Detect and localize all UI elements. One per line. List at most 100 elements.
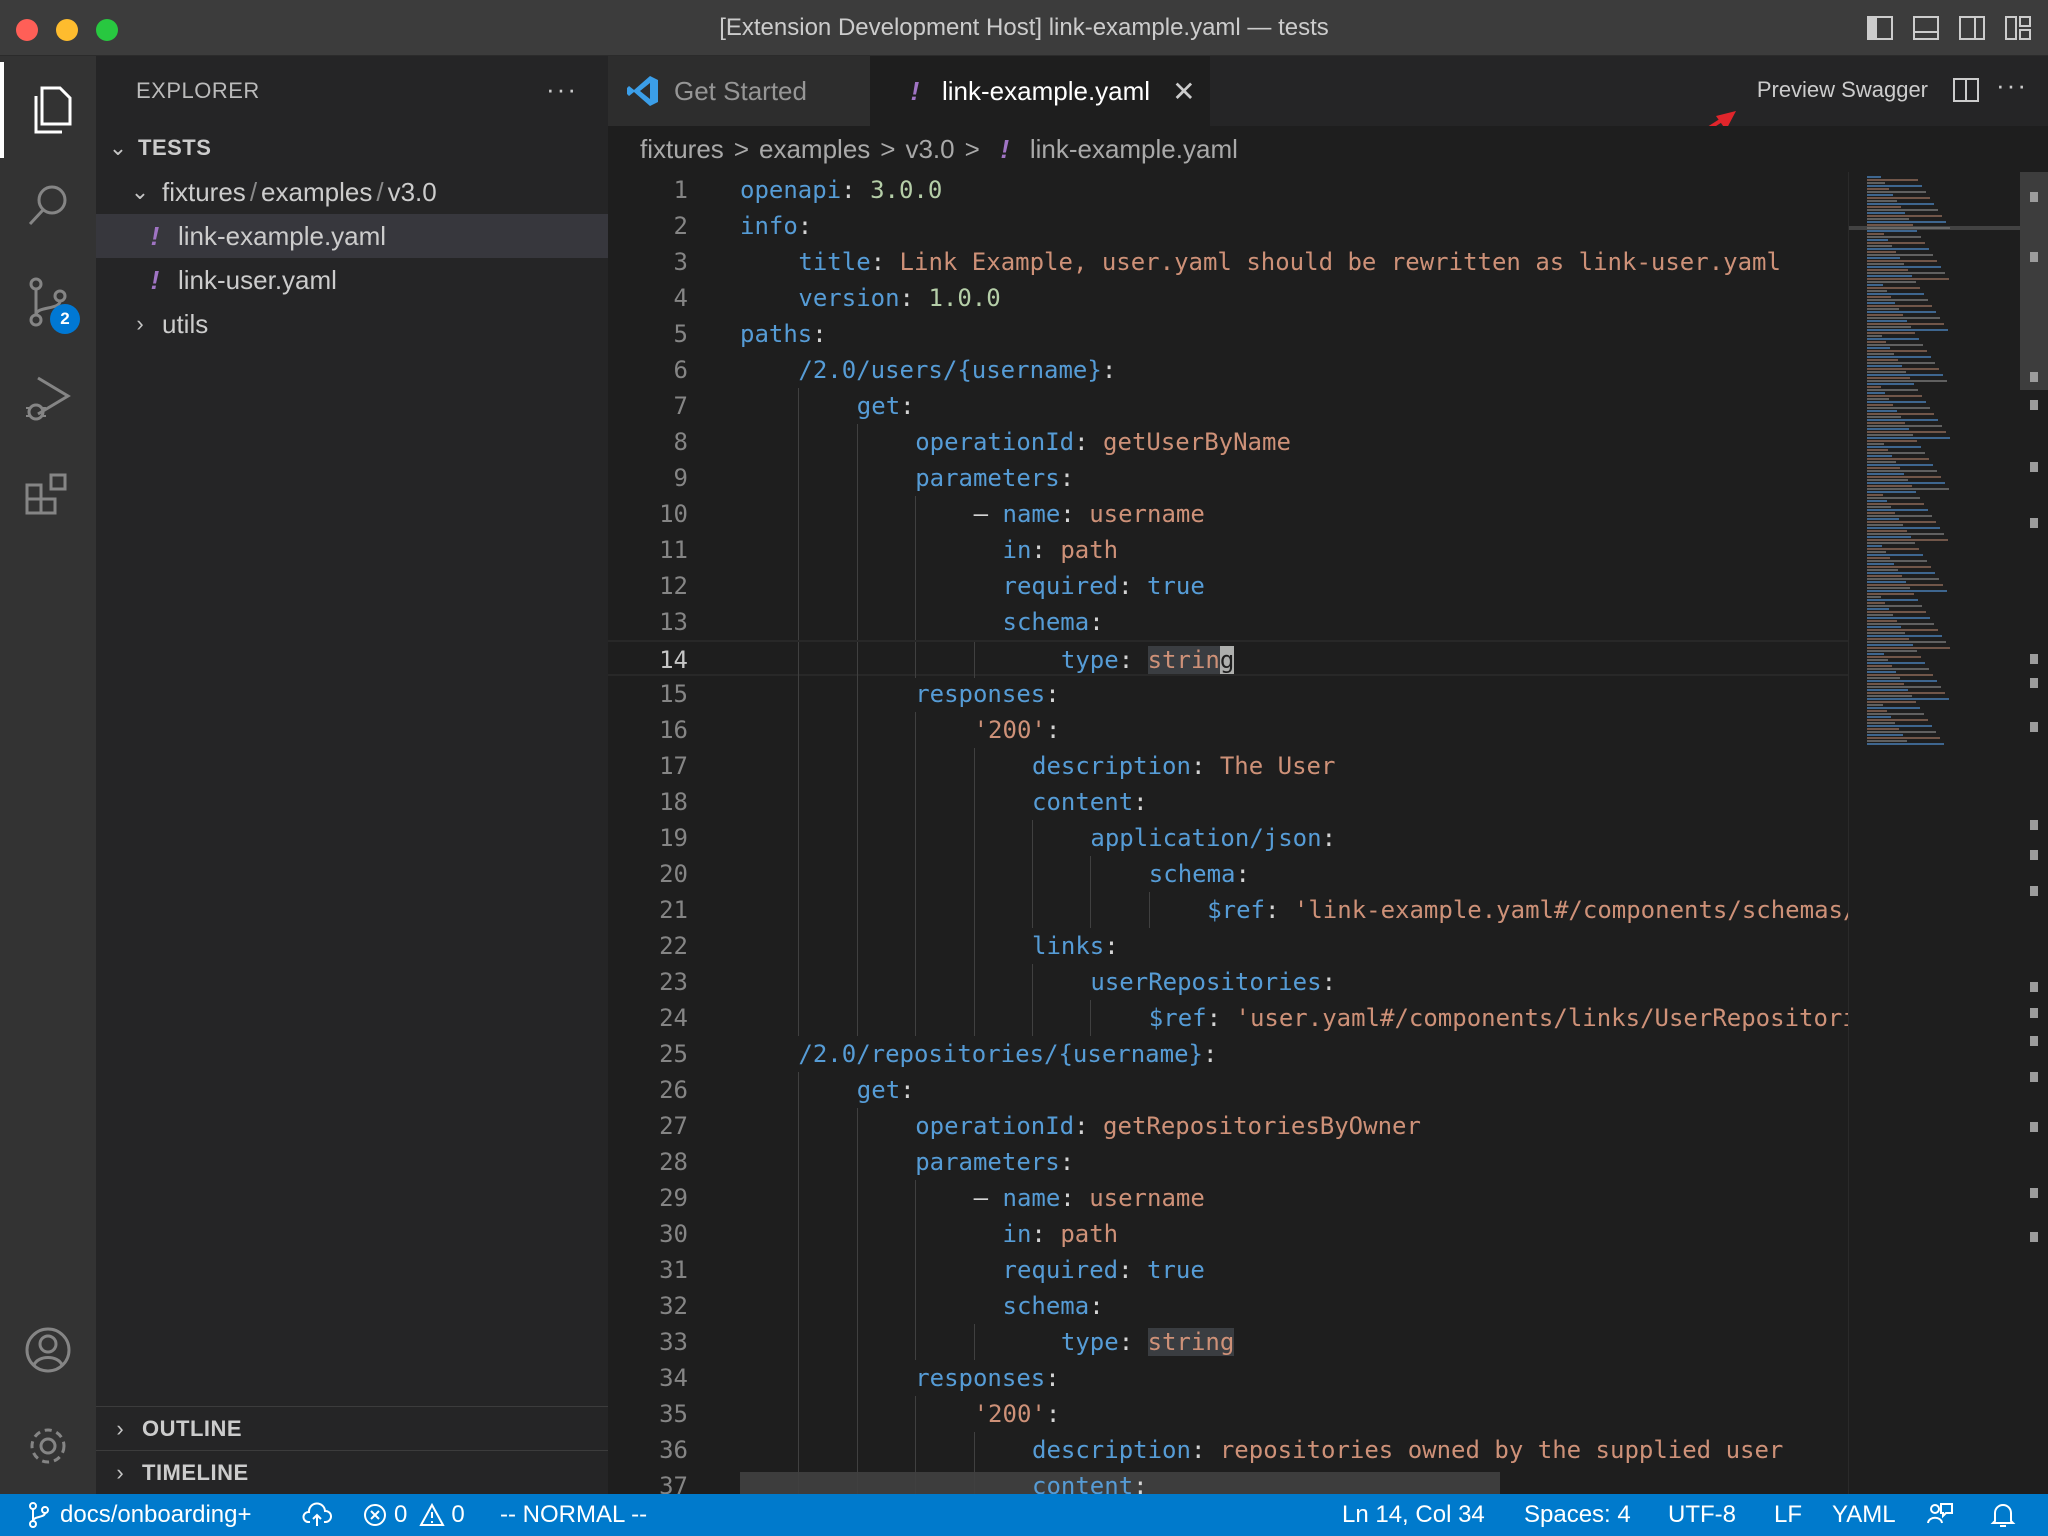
eol-status[interactable]: LF bbox=[1774, 1494, 1802, 1536]
explorer-activity[interactable] bbox=[0, 62, 96, 158]
code-line[interactable]: 20 schema: bbox=[608, 856, 1848, 892]
breadcrumb-item[interactable]: fixtures bbox=[640, 134, 724, 165]
folder-segment[interactable]: examples bbox=[261, 177, 372, 208]
code-line[interactable]: 25/2.0/repositories/{username}: bbox=[608, 1036, 1848, 1072]
code-line[interactable]: 6/2.0/users/{username}: bbox=[608, 352, 1848, 388]
feedback-status[interactable] bbox=[1926, 1494, 1954, 1536]
minimap-line bbox=[1867, 728, 1899, 730]
minimap[interactable] bbox=[1848, 172, 2020, 1494]
extensions-activity[interactable] bbox=[0, 446, 96, 542]
code-line[interactable]: 36 description: repositories owned by the… bbox=[608, 1432, 1848, 1468]
toggle-primary-sidebar-icon[interactable] bbox=[1866, 14, 1894, 42]
accounts-activity[interactable] bbox=[0, 1302, 96, 1398]
breadcrumb-file[interactable]: link-example.yaml bbox=[1030, 134, 1238, 165]
encoding-status[interactable]: UTF-8 bbox=[1668, 1494, 1736, 1536]
code-line[interactable]: 5 paths: bbox=[608, 316, 1848, 352]
code-line[interactable]: 33 type: string bbox=[608, 1324, 1848, 1360]
toggle-panel-icon[interactable] bbox=[1912, 14, 1940, 42]
code-line[interactable]: 27 operationId: getRepositoriesByOwner bbox=[608, 1108, 1848, 1144]
minimap-line bbox=[1867, 707, 1920, 709]
indent-guide bbox=[856, 1468, 858, 1494]
manage-activity[interactable] bbox=[0, 1398, 96, 1494]
cursor-position-status[interactable]: Ln 14, Col 34 bbox=[1342, 1494, 1485, 1536]
source-control-activity[interactable]: 2 bbox=[0, 254, 96, 350]
code-line[interactable]: 4 version: 1.0.0 bbox=[608, 280, 1848, 316]
code-line[interactable]: 28 parameters: bbox=[608, 1144, 1848, 1180]
code-line[interactable]: 10 – name: username bbox=[608, 496, 1848, 532]
search-activity[interactable] bbox=[0, 158, 96, 254]
tab-get-started[interactable]: Get Started bbox=[608, 56, 870, 126]
close-tab-icon[interactable]: ✕ bbox=[1172, 75, 1195, 108]
code-line[interactable]: 9 parameters: bbox=[608, 460, 1848, 496]
breadcrumb-item[interactable]: examples bbox=[759, 134, 870, 165]
minimap-line bbox=[1867, 230, 1917, 232]
code-text: – name: username bbox=[974, 496, 1205, 532]
tab-link-example-yaml[interactable]: ! link-example.yaml ✕ bbox=[870, 56, 1210, 126]
code-editor[interactable]: 1 openapi: 3.0.0 2 info: 3 title: Link Exampl… bbox=[608, 172, 1848, 1494]
minimap-line bbox=[1867, 521, 1936, 523]
code-line[interactable]: 22 links: bbox=[608, 928, 1848, 964]
code-line[interactable]: 16 '200': bbox=[608, 712, 1848, 748]
indent-guide bbox=[1148, 892, 1150, 928]
outline-section[interactable]: › OUTLINE bbox=[96, 1406, 608, 1450]
code-line[interactable]: 15 responses: bbox=[608, 676, 1848, 712]
folder-segment[interactable]: fixtures bbox=[162, 177, 246, 208]
tree-folder-utils[interactable]: › utils bbox=[96, 302, 608, 346]
tree-folder-fixtures-examples-v3[interactable]: ⌄ fixtures / examples / v3.0 bbox=[96, 170, 608, 214]
workspace-root[interactable]: ⌄ TESTS bbox=[96, 126, 608, 170]
code-line[interactable]: 21 $ref: 'link-example.yaml#/components/s… bbox=[608, 892, 1848, 928]
code-line[interactable]: 11 in: path bbox=[608, 532, 1848, 568]
vim-mode-status[interactable]: -- NORMAL -- bbox=[500, 1494, 647, 1536]
code-line[interactable]: 19 application/json: bbox=[608, 820, 1848, 856]
code-line[interactable]: 8 operationId: getUserByName bbox=[608, 424, 1848, 460]
code-text: $ref: 'link-example.yaml#/components/sch… bbox=[1207, 892, 1848, 928]
breadcrumb-item[interactable]: v3.0 bbox=[905, 134, 954, 165]
language-mode-status[interactable]: YAML bbox=[1832, 1494, 1896, 1536]
tree-file-link-user[interactable]: ! link-user.yaml bbox=[96, 258, 608, 302]
indent-guide bbox=[798, 676, 800, 712]
preview-swagger-button[interactable]: Preview Swagger bbox=[1757, 77, 1928, 103]
line-number: 21 bbox=[659, 896, 688, 924]
code-line[interactable]: 35 '200': bbox=[608, 1396, 1848, 1432]
code-line[interactable]: 32 schema: bbox=[608, 1288, 1848, 1324]
code-line[interactable]: 18 content: bbox=[608, 784, 1848, 820]
folder-segment[interactable]: v3.0 bbox=[388, 177, 437, 208]
timeline-section[interactable]: › TIMELINE bbox=[96, 1450, 608, 1494]
tree-file-link-example[interactable]: ! link-example.yaml bbox=[96, 214, 608, 258]
minimap-line bbox=[1867, 392, 1885, 394]
run-debug-activity[interactable] bbox=[0, 350, 96, 446]
editor-more-actions-icon[interactable]: ··· bbox=[1996, 70, 2028, 101]
yaml-value: getRepositoriesByOwner bbox=[1103, 1112, 1421, 1140]
code-line[interactable]: 30 in: path bbox=[608, 1216, 1848, 1252]
scrollbar-thumb[interactable] bbox=[2020, 172, 2048, 390]
sync-status[interactable] bbox=[302, 1494, 332, 1536]
problems-status[interactable]: 0 0 bbox=[362, 1494, 465, 1536]
code-line[interactable]: 3 title: Link Example, user.yaml should b… bbox=[608, 244, 1848, 280]
code-line[interactable]: 37 content: bbox=[608, 1468, 1848, 1494]
code-line[interactable]: 1 openapi: 3.0.0 bbox=[608, 172, 1848, 208]
code-line[interactable]: 17 description: The User bbox=[608, 748, 1848, 784]
code-line[interactable]: 14 type: string bbox=[608, 640, 1848, 678]
code-line[interactable]: 26 get: bbox=[608, 1072, 1848, 1108]
code-line[interactable]: 34 responses: bbox=[608, 1360, 1848, 1396]
indentation-status[interactable]: Spaces: 4 bbox=[1524, 1494, 1631, 1536]
code-line[interactable]: 12 required: true bbox=[608, 568, 1848, 604]
code-line[interactable]: 23 userRepositories: bbox=[608, 964, 1848, 1000]
punctuation: : bbox=[1118, 572, 1147, 600]
scrollbar-marker bbox=[2030, 400, 2038, 410]
branch-status[interactable]: docs/onboarding+ bbox=[28, 1494, 251, 1536]
code-line[interactable]: 13 schema: bbox=[608, 604, 1848, 640]
code-line[interactable]: 31 required: true bbox=[608, 1252, 1848, 1288]
split-editor-icon[interactable] bbox=[1952, 76, 1980, 109]
code-line[interactable]: 7 get: bbox=[608, 388, 1848, 424]
toggle-secondary-sidebar-icon[interactable] bbox=[1958, 14, 1986, 42]
notifications-status[interactable] bbox=[1990, 1494, 2016, 1536]
explorer-more-actions-icon[interactable]: ··· bbox=[546, 74, 578, 105]
indent-guide bbox=[798, 1180, 800, 1216]
code-line[interactable]: 29 – name: username bbox=[608, 1180, 1848, 1216]
code-line[interactable]: 24 $ref: 'user.yaml#/components/links/Use… bbox=[608, 1000, 1848, 1036]
customize-layout-icon[interactable] bbox=[2004, 14, 2032, 42]
vertical-scrollbar[interactable] bbox=[2020, 172, 2048, 1494]
minimap-line bbox=[1867, 524, 1903, 526]
code-line[interactable]: 2 info: bbox=[608, 208, 1848, 244]
